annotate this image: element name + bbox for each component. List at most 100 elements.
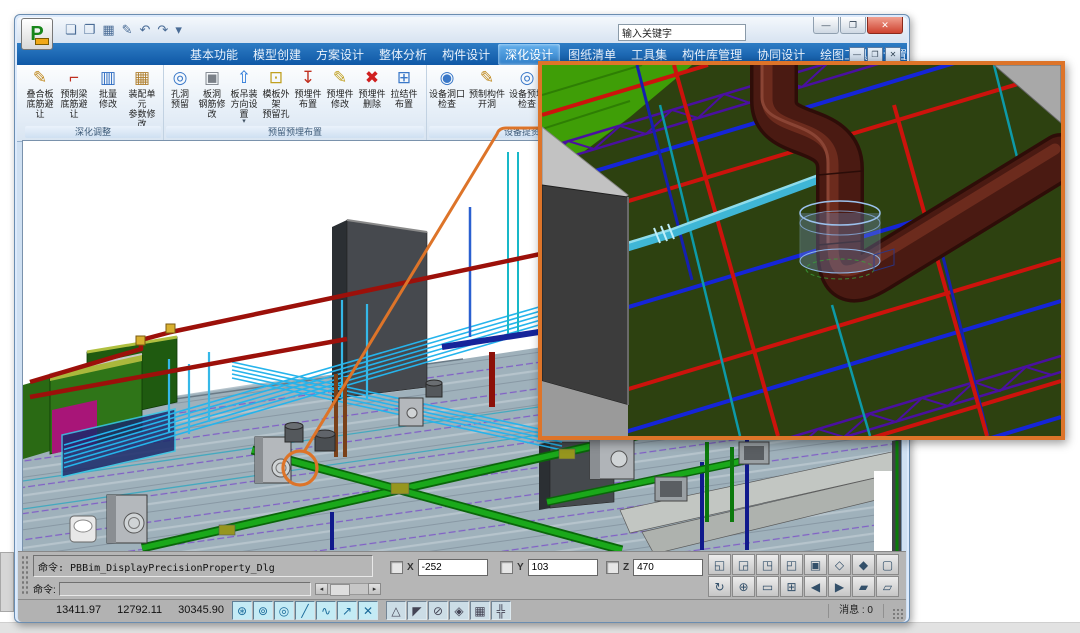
embed-part-place-button[interactable]: ↧ 预埋件 布置: [292, 65, 324, 125]
ribbon-button-icon: ▣: [204, 66, 220, 89]
hole-reserve-button[interactable]: ◎ 孔洞 预留: [164, 65, 196, 125]
precast-beam-rebar-avoid-button[interactable]: ⌐ 预制梁 底筋避让: [57, 65, 91, 125]
save-icon[interactable]: ▦: [102, 22, 114, 38]
wireframe-mode-button[interactable]: ▱: [876, 576, 899, 597]
intersection-snap-toggle[interactable]: ✕: [358, 601, 378, 620]
app-logo-button[interactable]: P: [21, 18, 53, 50]
x-lock-checkbox[interactable]: [390, 561, 403, 574]
menu-tab[interactable]: 模型创建: [246, 44, 308, 65]
keyword-search-input[interactable]: [618, 24, 746, 41]
center-snap-toggle[interactable]: ◎: [274, 601, 294, 620]
ribbon-button-icon: ✎: [480, 66, 494, 89]
logo-accent: [35, 38, 49, 45]
dropdown-caret-icon: ▾: [242, 119, 246, 124]
menu-tab[interactable]: 方案设计: [309, 44, 371, 65]
ribbon-button-icon: ✎: [33, 66, 47, 89]
previous-view-button[interactable]: ◀: [804, 576, 827, 597]
minimize-button[interactable]: —: [813, 17, 839, 34]
ribbon-button-icon: ⇧: [237, 66, 251, 89]
scroll-thumb[interactable]: [330, 584, 350, 596]
command-input[interactable]: [59, 582, 311, 596]
detail-view-canvas: [542, 65, 1061, 436]
tangent-snap-toggle[interactable]: ↗: [337, 601, 357, 620]
embed-part-modify-button[interactable]: ✎ 预埋件 修改: [324, 65, 356, 125]
toolbar-more-icon[interactable]: ▾: [175, 22, 182, 38]
tie-part-place-button[interactable]: ⊞ 拉结件 布置: [388, 65, 420, 125]
restore-button[interactable]: ❐: [840, 17, 866, 34]
axis-display-toggle[interactable]: △: [386, 601, 406, 620]
ribbon-button-icon: ◉: [440, 66, 455, 89]
render-mode-toggle[interactable]: ◈: [449, 601, 469, 620]
scroll-right-arrow[interactable]: ▸: [368, 583, 381, 595]
z-lock-checkbox[interactable]: [606, 561, 619, 574]
y-coordinate-input[interactable]: [528, 559, 598, 576]
crosshair-toggle[interactable]: ╬: [491, 601, 511, 620]
view-se-iso-button[interactable]: ◲: [732, 554, 755, 575]
view-back-button[interactable]: ▢: [876, 554, 899, 575]
new-file-icon[interactable]: ❏: [65, 22, 77, 38]
view-front-button[interactable]: ◇: [828, 554, 851, 575]
menu-tab[interactable]: 整体分析: [372, 44, 434, 65]
resize-grip[interactable]: [892, 608, 904, 620]
shaded-mode-button[interactable]: ▰: [852, 576, 875, 597]
disable-toggle[interactable]: ⊘: [428, 601, 448, 620]
redo-icon[interactable]: ↷: [157, 22, 168, 38]
view-nw-iso-button[interactable]: ◰: [780, 554, 803, 575]
ribbon-button-icon: ✖: [365, 66, 379, 89]
display-toggle-toolbar: △◤⊘◈▦╬: [386, 601, 511, 620]
mdi-restore-button[interactable]: ❐: [867, 47, 883, 62]
panel-drag-handle[interactable]: [21, 555, 29, 595]
ribbon-button-icon: ⌐: [69, 66, 79, 89]
view-right-button[interactable]: ◆: [852, 554, 875, 575]
endpoint-snap-toggle[interactable]: ╱: [295, 601, 315, 620]
z-coordinate-input[interactable]: [633, 559, 703, 576]
undo-icon[interactable]: ↶: [140, 22, 151, 38]
equipment-unit: [590, 435, 634, 479]
open-file-icon[interactable]: ❐: [84, 22, 96, 38]
scroll-track[interactable]: [328, 583, 368, 595]
polar-snap-toggle[interactable]: ⊚: [253, 601, 273, 620]
scroll-left-arrow[interactable]: ◂: [315, 583, 328, 595]
ribbon-group-deepening-adjust: ✎ 叠合板 底筋避让 ⌐ 预制梁 底筋避让 ▥ 批量 修改 ▦ 装配单元: [23, 65, 164, 140]
menu-tab[interactable]: 构件设计: [435, 44, 497, 65]
grid-snap-toggle[interactable]: ⊛: [232, 601, 252, 620]
device-opening-check-button[interactable]: ◉ 设备洞口 检查: [427, 65, 467, 125]
teal-risers: [508, 152, 518, 337]
title-bar: ❏ ❐ ▦ ✎ ↶ ↷ ▾ — ❐ ✕: [17, 17, 907, 43]
slab-hoist-direction-button[interactable]: ⇧ 板吊装 方向设置 ▾: [228, 65, 260, 125]
equipment-unit: [255, 437, 291, 483]
zoom-extents-button[interactable]: ⊞: [780, 576, 803, 597]
view-cone-toggle[interactable]: ◤: [407, 601, 427, 620]
grid-display-toggle[interactable]: ▦: [470, 601, 490, 620]
message-counter[interactable]: 消息 : 0: [828, 604, 884, 618]
view-sw-iso-button[interactable]: ◱: [708, 554, 731, 575]
menu-tab[interactable]: 基本功能: [183, 44, 245, 65]
formwork-hole-button[interactable]: ⊡ 模板外架 预留孔: [260, 65, 292, 125]
y-lock-checkbox[interactable]: [500, 561, 513, 574]
slab-hole-rebar-button[interactable]: ▣ 板洞 钢筋修改: [196, 65, 228, 125]
mdi-close-button[interactable]: ✕: [885, 47, 901, 62]
zoom-window-button[interactable]: ▭: [756, 576, 779, 597]
assembly-unit-params-button[interactable]: ▦ 装配单元 参数修改: [125, 65, 159, 125]
ribbon-button-icon: ⊞: [397, 66, 411, 89]
batch-modify-button[interactable]: ▥ 批量 修改: [91, 65, 125, 125]
pan-button[interactable]: ⊕: [732, 576, 755, 597]
next-view-button[interactable]: ▶: [828, 576, 851, 597]
ribbon-button-icon: ▥: [100, 66, 116, 89]
close-button[interactable]: ✕: [867, 17, 903, 34]
command-scrollbar[interactable]: ◂ ▸: [315, 583, 381, 595]
z-label: Z: [623, 562, 629, 573]
slab-bottom-rebar-avoid-button[interactable]: ✎ 叠合板 底筋避让: [23, 65, 57, 125]
curve-snap-toggle[interactable]: ∿: [316, 601, 336, 620]
ribbon-button-icon: ◎: [520, 66, 535, 89]
equipment-unit: [399, 398, 423, 426]
mdi-minimize-button[interactable]: —: [849, 47, 865, 62]
x-coordinate-input[interactable]: [418, 559, 488, 576]
save-as-icon[interactable]: ✎: [122, 22, 133, 38]
command-prompt-label: 命令:: [33, 581, 56, 596]
view-top-button[interactable]: ▣: [804, 554, 827, 575]
precast-member-opening-button[interactable]: ✎ 预制构件 开洞: [467, 65, 507, 125]
view-ne-iso-button[interactable]: ◳: [756, 554, 779, 575]
orbit-button[interactable]: ↻: [708, 576, 731, 597]
embed-part-delete-button[interactable]: ✖ 预埋件 删除: [356, 65, 388, 125]
